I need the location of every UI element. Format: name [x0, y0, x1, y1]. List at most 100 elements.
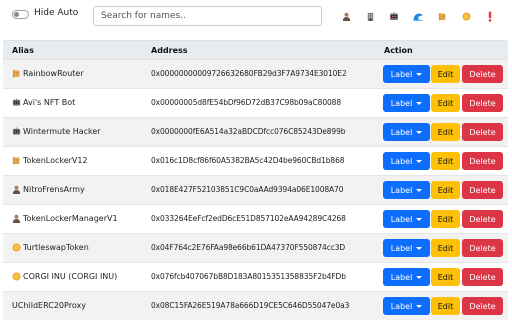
label-button-text: Label — [390, 214, 413, 224]
alias-text: TurtleswapToken — [23, 243, 89, 252]
coin-icon — [12, 272, 21, 281]
robot-icon — [12, 98, 21, 107]
edit-button[interactable]: Edit — [431, 123, 460, 141]
address-cell: 0x018E427F52103851C9C0aAAd9394a06E1008A7… — [151, 185, 344, 194]
alias-cell: TokenLockerV12 — [12, 156, 88, 165]
table-row: TokenLockerV12 0x016c1D8cf86f60A5382BA5c… — [3, 147, 508, 176]
alias-text: Wintermute Hacker — [23, 127, 101, 136]
robot-icon — [12, 127, 21, 136]
column-header-action: Action — [384, 46, 413, 55]
search-input[interactable] — [93, 6, 322, 26]
alias-cell: CORGI INU (CORGI INU) — [12, 272, 117, 281]
hide-auto-label: Hide Auto — [34, 8, 79, 18]
label-dropdown-button[interactable]: Label — [383, 65, 430, 83]
building-icon[interactable] — [362, 8, 378, 24]
label-dropdown-button[interactable]: Label — [383, 94, 430, 112]
alias-text: NitroFrensArmy — [23, 185, 85, 194]
address-cell: 0x08C15FA26E519A78a666D19CE5C646D55047e0… — [151, 301, 350, 310]
delete-button[interactable]: Delete — [462, 94, 503, 112]
label-button-text: Label — [390, 156, 413, 166]
label-dropdown-button[interactable]: Label — [383, 123, 430, 141]
alias-text: CORGI INU (CORGI INU) — [23, 272, 118, 281]
alias-text: Avi's NFT Bot — [23, 98, 76, 107]
label-button-text: Label — [390, 127, 413, 137]
table-row: NitroFrensArmy 0x018E427F52103851C9C0aAA… — [3, 176, 508, 205]
edit-button[interactable]: Edit — [431, 181, 460, 199]
delete-button[interactable]: Delete — [462, 123, 503, 141]
table-header: Alias Address Action — [3, 40, 508, 60]
delete-button[interactable]: Delete — [462, 268, 503, 286]
delete-button[interactable]: Delete — [462, 181, 503, 199]
address-cell: 0x033264EeFcf2edD6cE51D857102eAA94289C42… — [151, 214, 346, 223]
table-body: RainbowRouter 0x00000000009726632680FB29… — [3, 60, 508, 320]
toolbar: Hide Auto — [0, 0, 512, 34]
alias-cell: RainbowRouter — [12, 69, 84, 78]
label-button-text: Label — [390, 185, 413, 195]
filter-icons — [338, 8, 506, 24]
caret-down-icon — [416, 188, 423, 192]
exclamation-icon[interactable] — [482, 8, 498, 24]
label-button-text: Label — [390, 243, 413, 253]
address-cell: 0x076fcb407067bB8D183A8015351358835F2b4F… — [151, 272, 346, 281]
label-dropdown-button[interactable]: Label — [383, 152, 430, 170]
caret-down-icon — [416, 72, 423, 76]
edit-button[interactable]: Edit — [431, 297, 460, 315]
toggle-knob — [14, 12, 19, 17]
edit-button[interactable]: Edit — [431, 152, 460, 170]
coin-icon[interactable] — [458, 8, 474, 24]
delete-button[interactable]: Delete — [462, 152, 503, 170]
delete-button[interactable]: Delete — [462, 239, 503, 257]
scroll-icon — [12, 69, 21, 78]
table-row: Wintermute Hacker 0x0000000fE6A514a32aBD… — [3, 118, 508, 147]
table-row: Avi's NFT Bot 0x00000005d8fE54bDf96D72dB… — [3, 89, 508, 118]
alias-text: TokenLockerV12 — [23, 156, 88, 165]
edit-button[interactable]: Edit — [431, 65, 460, 83]
caret-down-icon — [416, 159, 423, 163]
column-header-address: Address — [151, 46, 188, 55]
table-row: RainbowRouter 0x00000000009726632680FB29… — [3, 60, 508, 89]
table-row: TurtleswapToken 0x04F764c2E76FAa98e66b61… — [3, 234, 508, 263]
alias-cell: TurtleswapToken — [12, 243, 89, 252]
caret-down-icon — [416, 130, 423, 134]
coin-icon — [12, 243, 21, 252]
person-icon — [12, 185, 21, 194]
scroll-icon — [12, 156, 21, 165]
delete-button[interactable]: Delete — [462, 210, 503, 228]
address-cell: 0x00000005d8fE54bDf96D72dB37C98b09aC8008… — [151, 98, 342, 107]
alias-cell: Avi's NFT Bot — [12, 98, 75, 107]
label-button-text: Label — [390, 301, 413, 311]
label-dropdown-button[interactable]: Label — [383, 297, 430, 315]
hide-auto-toggle[interactable] — [12, 10, 29, 19]
label-dropdown-button[interactable]: Label — [383, 210, 430, 228]
edit-button[interactable]: Edit — [431, 239, 460, 257]
caret-down-icon — [416, 101, 423, 105]
robot-icon[interactable] — [386, 8, 402, 24]
alias-text: RainbowRouter — [23, 69, 84, 78]
address-cell: 0x04F764c2E76FAa98e66b61DA47370F550874cc… — [151, 243, 346, 252]
scroll-icon[interactable] — [434, 8, 450, 24]
label-dropdown-button[interactable]: Label — [383, 239, 430, 257]
alias-text: TokenLockerManagerV1 — [23, 214, 118, 223]
alias-cell: TokenLockerManagerV1 — [12, 214, 118, 223]
caret-down-icon — [416, 275, 423, 279]
alias-cell: UChildERC20Proxy — [12, 301, 86, 310]
caret-down-icon — [416, 217, 423, 221]
edit-button[interactable]: Edit — [431, 268, 460, 286]
person-icon[interactable] — [338, 8, 354, 24]
alias-cell: Wintermute Hacker — [12, 127, 101, 136]
table-row: TokenLockerManagerV1 0x033264EeFcf2edD6c… — [3, 205, 508, 234]
person-icon — [12, 214, 21, 223]
label-dropdown-button[interactable]: Label — [383, 181, 430, 199]
edit-button[interactable]: Edit — [431, 210, 460, 228]
table-row: CORGI INU (CORGI INU) 0x076fcb407067bB8D… — [3, 263, 508, 292]
wave-icon[interactable] — [410, 8, 426, 24]
caret-down-icon — [416, 246, 423, 250]
edit-button[interactable]: Edit — [431, 94, 460, 112]
delete-button[interactable]: Delete — [462, 65, 503, 83]
alias-text: UChildERC20Proxy — [12, 301, 86, 310]
address-table: Alias Address Action RainbowRouter 0x000… — [3, 40, 508, 320]
address-cell: 0x00000000009726632680FB29d3F7A9734E3010… — [151, 69, 347, 78]
caret-down-icon — [416, 304, 423, 308]
label-dropdown-button[interactable]: Label — [383, 268, 430, 286]
delete-button[interactable]: Delete — [462, 297, 503, 315]
